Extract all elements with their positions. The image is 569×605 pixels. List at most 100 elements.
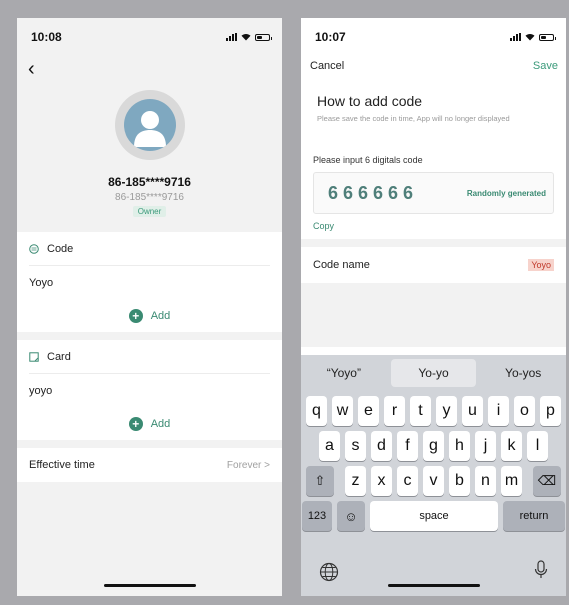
code-input-box[interactable]: 666666 Randomly generated — [313, 172, 554, 214]
code-name-input[interactable]: Yoyo — [528, 259, 554, 271]
card-entry[interactable]: yoyo — [17, 374, 282, 408]
key-i[interactable]: i — [488, 396, 509, 426]
key-g[interactable]: g — [423, 431, 444, 461]
code-input-label: Please input 6 digitals code — [313, 155, 423, 165]
page-title: How to add code — [317, 93, 423, 109]
key-a[interactable]: a — [319, 431, 340, 461]
key-m[interactable]: m — [501, 466, 522, 496]
key-r[interactable]: r — [384, 396, 405, 426]
key-v[interactable]: v — [423, 466, 444, 496]
back-chevron-icon[interactable]: ‹ — [28, 59, 35, 79]
keyboard: “Yoyo” Yo-yo Yo-yos qwertyuiop asdfghjkl… — [301, 355, 566, 596]
key-t[interactable]: t — [410, 396, 431, 426]
randomly-generated-button[interactable]: Randomly generated — [467, 189, 546, 198]
code-name-row[interactable]: Code name Yoyo — [301, 247, 566, 283]
add-code-screen: 10:07 Cancel Save How to add code Please… — [301, 18, 566, 596]
avatar — [123, 99, 176, 151]
status-bar: 10:08 — [17, 18, 282, 56]
add-code-label: Add — [150, 310, 171, 322]
emoji-key[interactable]: ☺ — [337, 501, 365, 531]
status-time: 10:07 — [315, 30, 346, 44]
divider — [301, 239, 566, 247]
key-k[interactable]: k — [501, 431, 522, 461]
key-y[interactable]: y — [436, 396, 457, 426]
status-time: 10:08 — [31, 30, 62, 44]
key-s[interactable]: s — [345, 431, 366, 461]
user-detail-screen: 10:08 ‹ 86-185****9716 86-185****9716 Ow… — [17, 18, 282, 596]
code-digits: 666666 — [328, 182, 419, 203]
effective-time-value: Forever > — [226, 459, 270, 471]
code-section-title: Code — [47, 242, 74, 255]
signal-icon — [510, 33, 521, 41]
user-phone-sub: 86-185****9716 — [115, 192, 184, 203]
code-name-label: Code name — [313, 259, 370, 271]
effective-time-label: Effective time — [29, 459, 95, 471]
copy-button[interactable]: Copy — [301, 214, 566, 231]
battery-icon — [255, 33, 272, 41]
card-icon — [29, 351, 39, 362]
microphone-icon[interactable] — [534, 560, 548, 580]
return-key[interactable]: return — [503, 501, 565, 531]
battery-icon — [539, 33, 556, 41]
content-background — [301, 283, 566, 347]
home-indicator[interactable] — [103, 584, 196, 587]
key-row-4: 123 ☺ space return — [301, 501, 566, 531]
effective-time-row[interactable]: Effective time Forever > — [17, 448, 282, 482]
key-e[interactable]: e — [358, 396, 379, 426]
suggestion[interactable]: Yo-yos — [480, 366, 566, 380]
key-w[interactable]: w — [332, 396, 353, 426]
add-code-button[interactable]: + Add — [17, 300, 282, 332]
shift-key[interactable]: ⇧ — [306, 466, 334, 496]
card-section-title: Card — [47, 350, 71, 363]
page-note: Please save the code in time, App will n… — [317, 114, 510, 123]
key-row-3: ⇧ zxcvbnm ⌫ — [301, 466, 566, 496]
plus-icon: + — [128, 309, 143, 323]
key-row-1: qwertyuiop — [301, 396, 566, 426]
space-key[interactable]: space — [370, 501, 498, 531]
card-section: Card yoyo + Add — [17, 340, 282, 440]
role-badge: Owner — [132, 206, 167, 217]
code-icon — [29, 243, 39, 254]
globe-icon[interactable] — [319, 562, 339, 582]
profile-header: 86-185****9716 86-185****9716 Owner — [17, 82, 282, 232]
key-o[interactable]: o — [514, 396, 535, 426]
backspace-key[interactable]: ⌫ — [533, 466, 561, 496]
signal-icon — [226, 33, 237, 41]
key-d[interactable]: d — [371, 431, 392, 461]
key-b[interactable]: b — [449, 466, 470, 496]
suggestion[interactable]: “Yoyo” — [301, 366, 387, 380]
card-section-header: Card — [29, 340, 270, 374]
code-section-header: Code — [29, 232, 270, 266]
wifi-icon — [241, 33, 251, 41]
key-h[interactable]: h — [449, 431, 470, 461]
suggestion-bar: “Yoyo” Yo-yo Yo-yos — [301, 355, 566, 391]
user-phone: 86-185****9716 — [108, 175, 191, 189]
code-entry[interactable]: Yoyo — [17, 266, 282, 300]
home-indicator[interactable] — [387, 584, 480, 587]
suggestion[interactable]: Yo-yo — [390, 359, 477, 387]
key-p[interactable]: p — [540, 396, 561, 426]
cancel-button[interactable]: Cancel — [310, 60, 344, 72]
add-card-label: Add — [150, 418, 171, 430]
plus-icon: + — [128, 417, 143, 431]
save-button[interactable]: Save — [533, 60, 558, 72]
key-q[interactable]: q — [306, 396, 327, 426]
status-bar: 10:07 — [301, 18, 566, 56]
nav-bar: ‹ — [17, 56, 282, 82]
key-x[interactable]: x — [371, 466, 392, 496]
key-n[interactable]: n — [475, 466, 496, 496]
wifi-icon — [525, 33, 535, 41]
key-u[interactable]: u — [462, 396, 483, 426]
key-f[interactable]: f — [397, 431, 418, 461]
key-z[interactable]: z — [345, 466, 366, 496]
code-section: Code Yoyo + Add — [17, 232, 282, 332]
avatar-ring — [114, 90, 185, 160]
key-l[interactable]: l — [527, 431, 548, 461]
person-icon — [133, 111, 166, 147]
key-c[interactable]: c — [397, 466, 418, 496]
nav-bar: Cancel Save — [301, 56, 566, 76]
add-card-button[interactable]: + Add — [17, 408, 282, 440]
numbers-key[interactable]: 123 — [302, 501, 332, 531]
key-j[interactable]: j — [475, 431, 496, 461]
key-row-2: asdfghjkl — [301, 431, 566, 461]
